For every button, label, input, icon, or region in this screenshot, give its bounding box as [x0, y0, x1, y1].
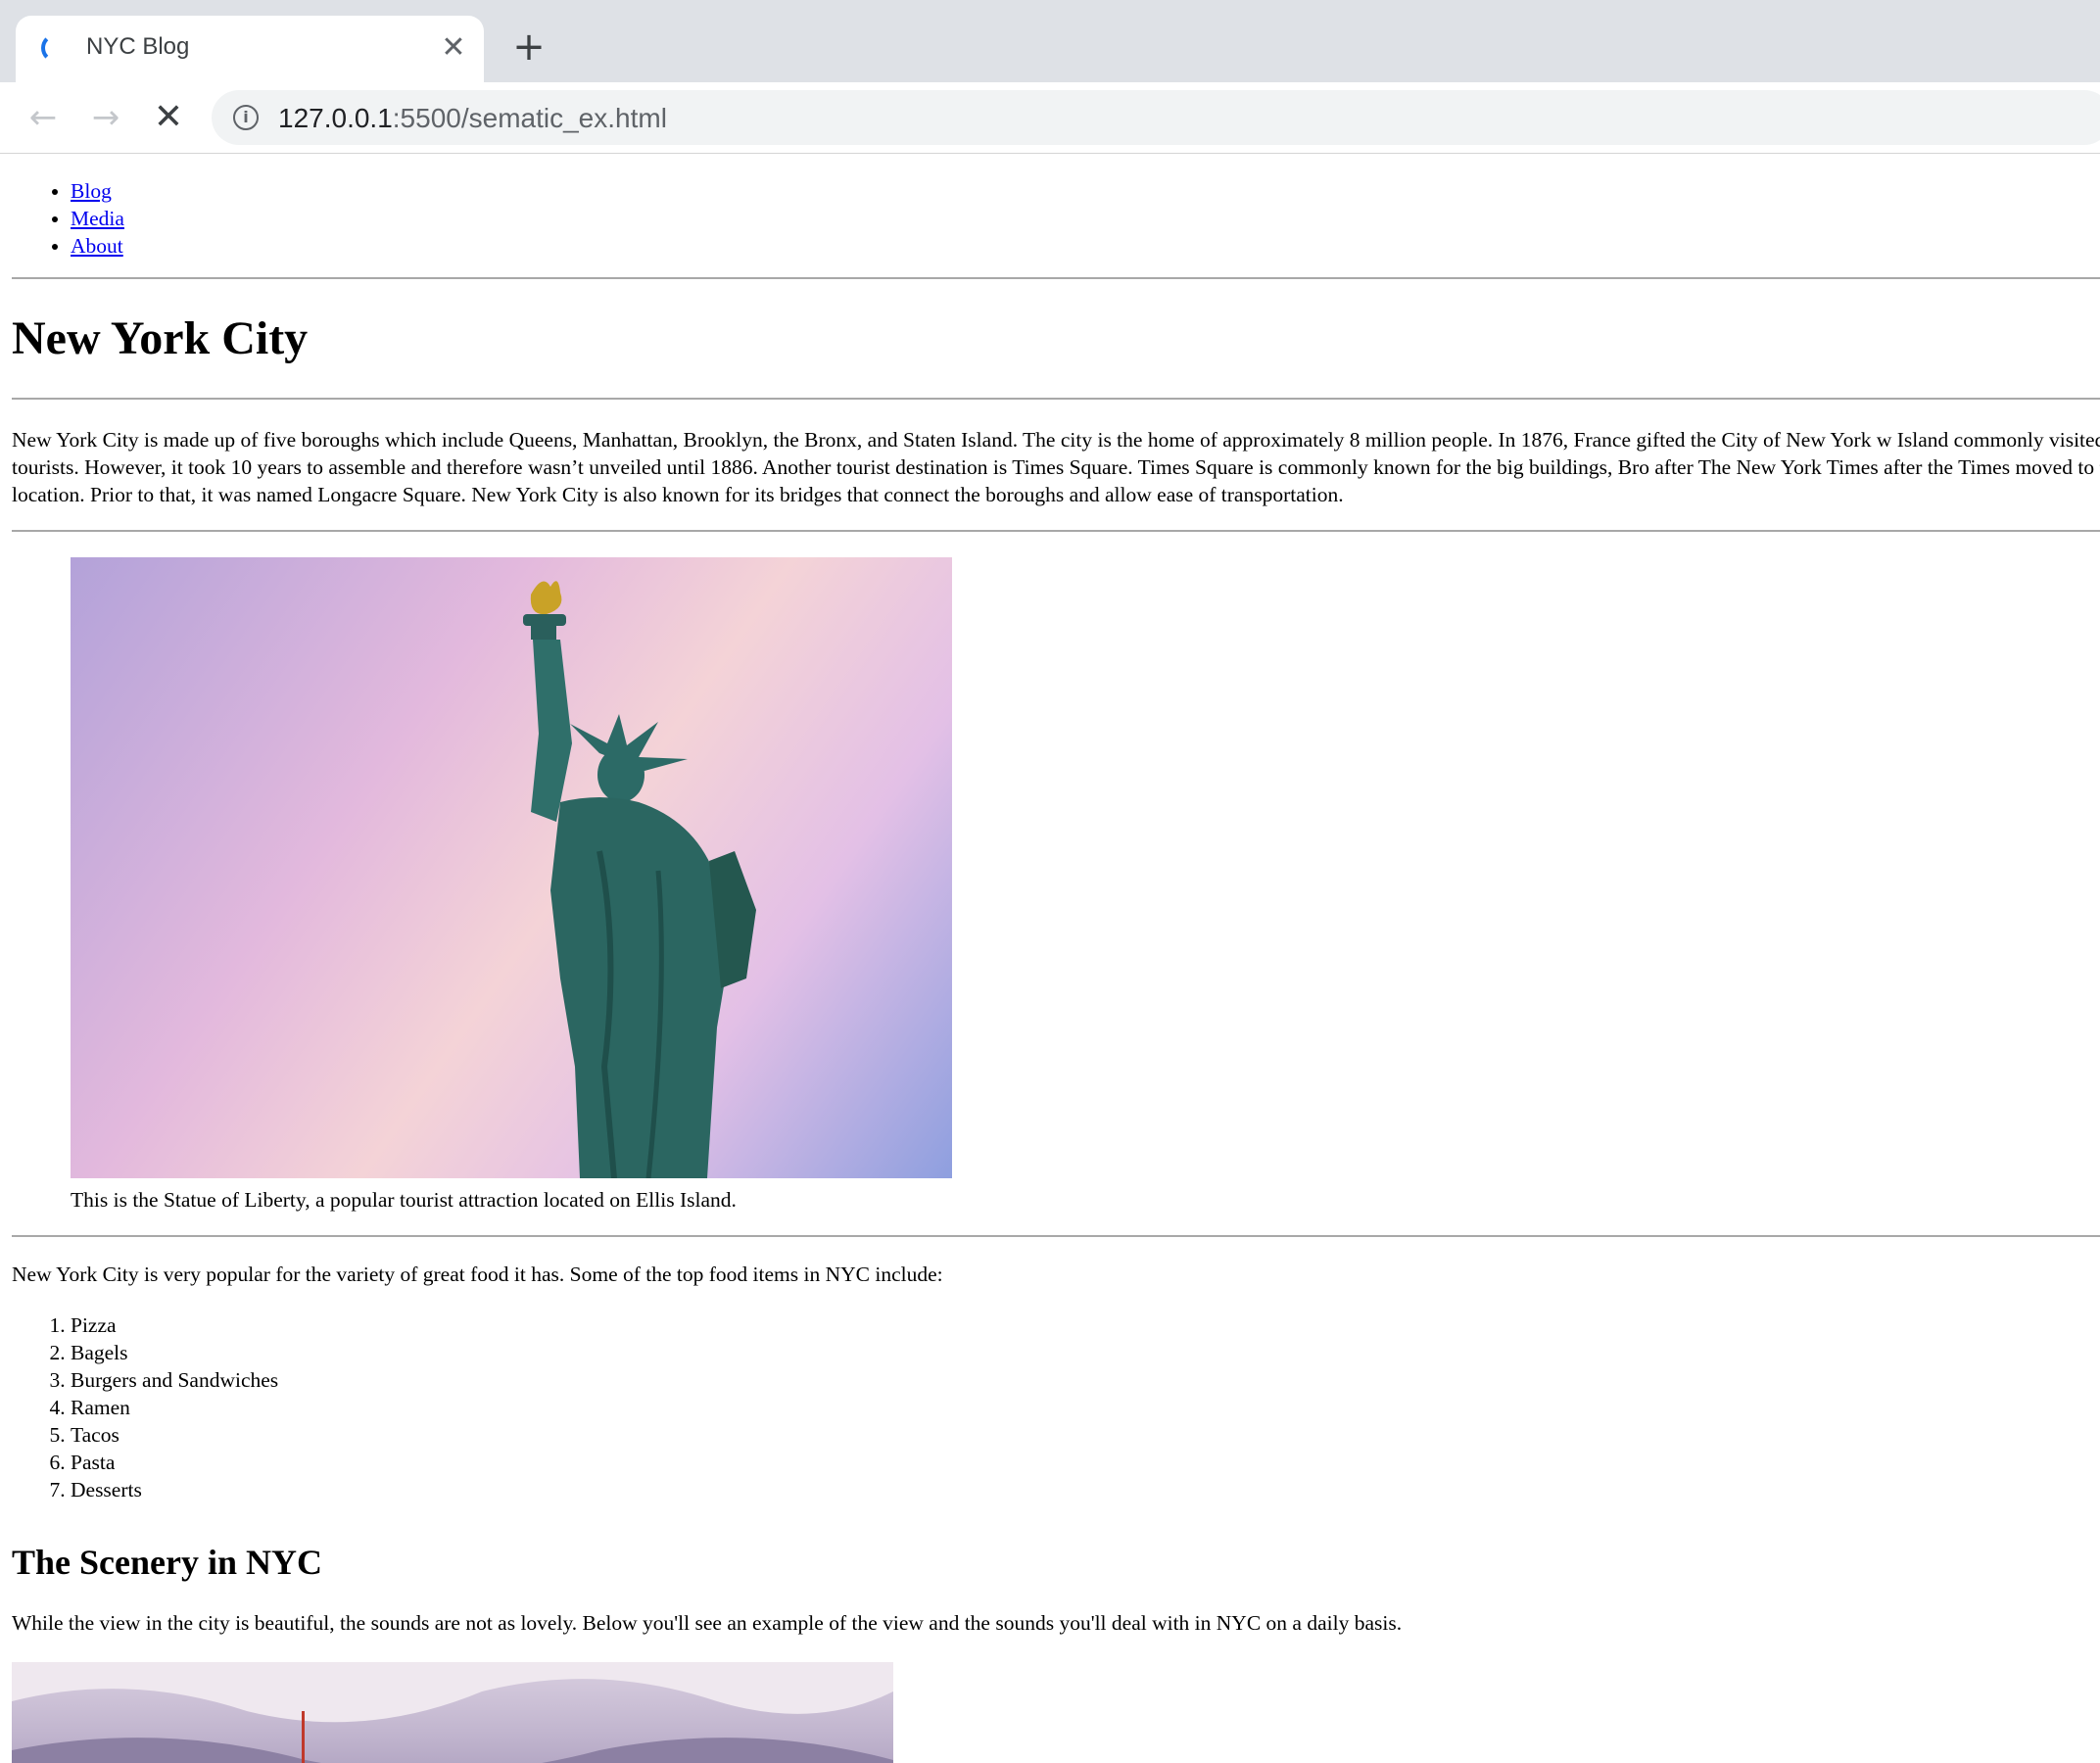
figure-caption: This is the Statue of Liberty, a popular…	[71, 1188, 737, 1212]
food-intro: New York City is very popular for the va…	[12, 1263, 943, 1286]
divider	[12, 277, 2100, 279]
list-item: Pasta	[71, 1449, 2100, 1476]
browser-tab[interactable]: NYC Blog ✕	[16, 16, 484, 82]
arrow-right-icon[interactable]: →	[86, 98, 125, 137]
browser-chrome: NYC Blog ✕ + ← → ✕ i 127.0.0.1:5500/sema…	[0, 0, 2100, 154]
tab-strip: NYC Blog ✕ +	[0, 0, 2100, 82]
list-item: Ramen	[71, 1394, 2100, 1421]
arrow-left-icon[interactable]: ←	[24, 98, 63, 137]
browser-toolbar: ← → ✕ i 127.0.0.1:5500/sematic_ex.html	[0, 82, 2100, 154]
list-item: Bagels	[71, 1339, 2100, 1366]
nav-item: Media	[71, 205, 2100, 232]
nav-link-media[interactable]: Media	[71, 207, 124, 230]
skyline-video[interactable]	[12, 1662, 893, 1763]
scenery-paragraph: While the view in the city is beautiful,…	[12, 1611, 1403, 1635]
page-content: Blog Media About New York City New York …	[0, 154, 2100, 1763]
tab-title: NYC Blog	[86, 33, 190, 60]
food-list: Pizza Bagels Burgers and Sandwiches Rame…	[12, 1311, 2100, 1503]
plus-icon[interactable]: +	[509, 27, 549, 67]
list-item: Tacos	[71, 1421, 2100, 1449]
page-title: New York City	[12, 312, 309, 364]
intro-paragraph: New York City is made up of five borough…	[12, 428, 2100, 506]
divider	[12, 1235, 2100, 1237]
nav-link-about[interactable]: About	[71, 234, 123, 258]
statue-figure: This is the Statue of Liberty, a popular…	[71, 557, 2100, 1214]
url-host: 127.0.0.1	[278, 103, 393, 133]
info-icon[interactable]: i	[233, 105, 259, 130]
loading-spinner-icon	[41, 33, 71, 63]
list-item: Pizza	[71, 1311, 2100, 1339]
statue-of-liberty-image	[71, 557, 952, 1178]
list-item: Burgers and Sandwiches	[71, 1366, 2100, 1394]
site-nav: Blog Media About	[12, 177, 2100, 260]
close-icon[interactable]: ✕	[439, 33, 468, 63]
url-path: :5500/sematic_ex.html	[392, 103, 667, 133]
url-text[interactable]: 127.0.0.1:5500/sematic_ex.html	[278, 103, 667, 134]
nav-item: Blog	[71, 177, 2100, 205]
stop-loading-icon[interactable]: ✕	[149, 98, 188, 137]
nav-link-blog[interactable]: Blog	[71, 179, 112, 203]
divider	[12, 530, 2100, 532]
list-item: Desserts	[71, 1476, 2100, 1503]
nav-item: About	[71, 232, 2100, 260]
address-bar[interactable]: i 127.0.0.1:5500/sematic_ex.html	[212, 90, 2100, 145]
divider	[12, 398, 2100, 400]
section-heading: The Scenery in NYC	[12, 1543, 322, 1582]
